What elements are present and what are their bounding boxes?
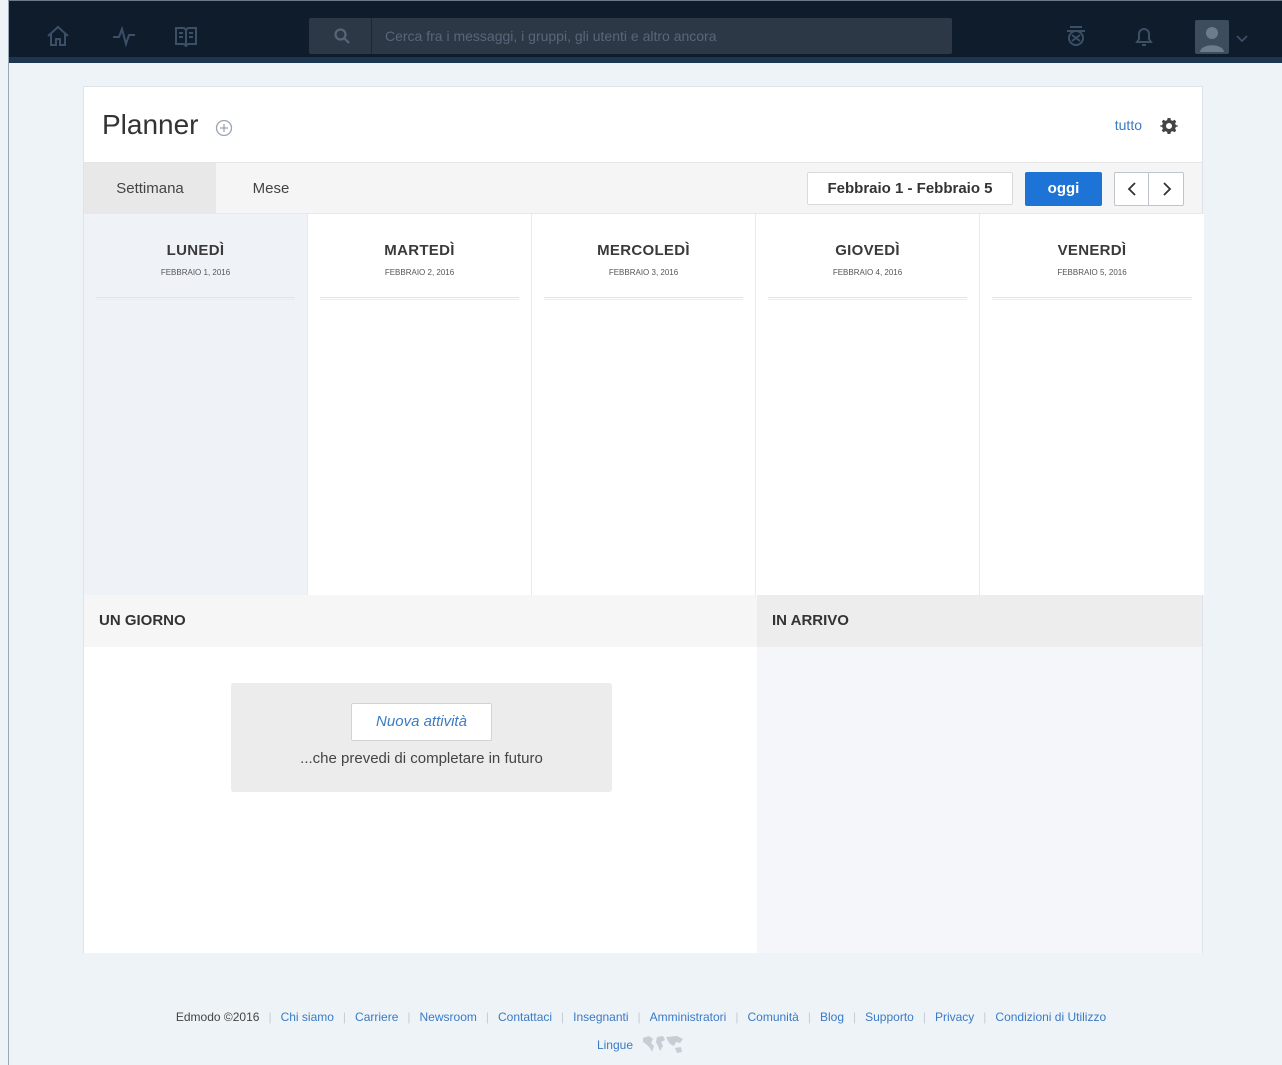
tab-month[interactable]: Mese bbox=[216, 163, 326, 214]
filter-all-link[interactable]: tutto bbox=[1115, 117, 1142, 133]
footer-link-admins[interactable]: Amministratori bbox=[650, 1010, 727, 1024]
avatar[interactable] bbox=[1195, 20, 1229, 54]
next-week-button[interactable] bbox=[1150, 173, 1184, 205]
day-date: FEBBRAIO 5, 2016 bbox=[1057, 268, 1127, 277]
date-range-selector[interactable]: Febbraio 1 - Febbraio 5 bbox=[807, 172, 1013, 205]
footer-separator: | bbox=[637, 1010, 641, 1024]
footer-link-newsroom[interactable]: Newsroom bbox=[420, 1010, 477, 1024]
day-divider bbox=[768, 297, 967, 300]
chevron-down-icon[interactable] bbox=[1235, 31, 1249, 43]
search-input[interactable] bbox=[385, 18, 935, 54]
planner-card: Planner tutto Settimana Mese Febbraio 1 … bbox=[83, 86, 1204, 953]
empty-state-box: Nuova attività ...che prevedi di complet… bbox=[231, 683, 612, 792]
footer: Edmodo ©2016 | Chi siamo | Carriere | Ne… bbox=[0, 1010, 1282, 1056]
day-divider bbox=[96, 297, 295, 300]
library-icon[interactable] bbox=[173, 23, 199, 49]
planner-toolbar: Settimana Mese Febbraio 1 - Febbraio 5 o… bbox=[84, 162, 1202, 214]
planner-header: Planner tutto bbox=[84, 87, 1202, 162]
footer-links: Edmodo ©2016 | Chi siamo | Carriere | Ne… bbox=[0, 1010, 1282, 1024]
new-task-button[interactable]: Nuova attività bbox=[351, 703, 492, 741]
footer-link-careers[interactable]: Carriere bbox=[355, 1010, 398, 1024]
footer-separator: | bbox=[807, 1010, 811, 1024]
gear-icon[interactable] bbox=[1160, 117, 1178, 135]
day-name: VENERDÌ bbox=[1057, 242, 1127, 259]
day-divider bbox=[544, 297, 743, 300]
day-column-tuesday[interactable]: MARTEDÌ FEBBRAIO 2, 2016 bbox=[308, 214, 532, 595]
search-divider bbox=[371, 18, 372, 54]
day-column-monday[interactable]: LUNEDÌ FEBBRAIO 1, 2016 bbox=[84, 214, 308, 595]
search-bar bbox=[309, 18, 952, 54]
backpack-icon[interactable] bbox=[1063, 23, 1089, 49]
previous-week-button[interactable] bbox=[1115, 173, 1149, 205]
home-icon[interactable] bbox=[45, 23, 71, 49]
someday-section: UN GIORNO Nuova attività ...che prevedi … bbox=[84, 595, 757, 953]
footer-link-teachers[interactable]: Insegnanti bbox=[573, 1010, 628, 1024]
bell-icon[interactable] bbox=[1131, 23, 1157, 49]
day-name: MARTEDÌ bbox=[384, 242, 455, 259]
footer-link-privacy[interactable]: Privacy bbox=[935, 1010, 974, 1024]
day-date: FEBBRAIO 4, 2016 bbox=[832, 268, 903, 277]
day-column-thursday[interactable]: GIOVEDÌ FEBBRAIO 4, 2016 bbox=[756, 214, 980, 595]
day-name: GIOVEDÌ bbox=[835, 242, 900, 259]
footer-link-support[interactable]: Supporto bbox=[865, 1010, 914, 1024]
week-grid: LUNEDÌ FEBBRAIO 1, 2016 MARTEDÌ FEBBRAIO… bbox=[84, 214, 1204, 595]
footer-separator: | bbox=[983, 1010, 987, 1024]
footer-link-contact[interactable]: Contattaci bbox=[498, 1010, 552, 1024]
top-navigation bbox=[9, 1, 1282, 63]
footer-separator: | bbox=[922, 1010, 926, 1024]
today-button[interactable]: oggi bbox=[1025, 172, 1102, 206]
chevron-right-icon bbox=[1163, 182, 1172, 196]
search-icon[interactable] bbox=[333, 27, 351, 45]
add-circle-icon[interactable] bbox=[215, 119, 233, 137]
empty-state-caption: ...che prevedi di completare in futuro bbox=[300, 750, 543, 767]
chevron-left-icon bbox=[1127, 182, 1136, 196]
week-pager bbox=[1114, 172, 1184, 206]
tab-week[interactable]: Settimana bbox=[84, 163, 216, 214]
footer-separator: | bbox=[561, 1010, 565, 1024]
footer-link-about[interactable]: Chi siamo bbox=[281, 1010, 334, 1024]
day-name: LUNEDÌ bbox=[166, 242, 225, 259]
day-column-friday[interactable]: VENERDÌ FEBBRAIO 5, 2016 bbox=[980, 214, 1204, 595]
footer-separator: | bbox=[407, 1010, 411, 1024]
footer-separator: | bbox=[342, 1010, 347, 1024]
footer-language-row: Lingue bbox=[0, 1034, 1282, 1056]
day-name: MERCOLEDÌ bbox=[597, 242, 690, 259]
day-divider bbox=[992, 297, 1192, 300]
footer-separator: | bbox=[853, 1010, 857, 1024]
world-map-icon[interactable] bbox=[641, 1034, 685, 1056]
footer-separator: | bbox=[735, 1010, 739, 1024]
footer-link-blog[interactable]: Blog bbox=[820, 1010, 844, 1024]
footer-separator: | bbox=[268, 1010, 272, 1024]
day-date: FEBBRAIO 1, 2016 bbox=[160, 268, 231, 277]
day-column-wednesday[interactable]: MERCOLEDÌ FEBBRAIO 3, 2016 bbox=[532, 214, 756, 595]
footer-copyright: Edmodo ©2016 bbox=[175, 1010, 260, 1024]
upcoming-section: IN ARRIVO bbox=[757, 595, 1202, 953]
day-date: FEBBRAIO 2, 2016 bbox=[384, 268, 455, 277]
footer-link-community[interactable]: Comunità bbox=[747, 1010, 798, 1024]
day-date: FEBBRAIO 3, 2016 bbox=[608, 268, 679, 277]
upcoming-heading: IN ARRIVO bbox=[757, 595, 1202, 647]
activity-icon[interactable] bbox=[111, 23, 137, 49]
page-title: Planner bbox=[102, 109, 199, 140]
footer-link-languages[interactable]: Lingue bbox=[597, 1038, 633, 1052]
someday-heading: UN GIORNO bbox=[84, 595, 757, 647]
footer-link-terms[interactable]: Condizioni di Utilizzo bbox=[995, 1010, 1106, 1024]
footer-separator: | bbox=[485, 1010, 489, 1024]
day-divider bbox=[320, 297, 519, 300]
